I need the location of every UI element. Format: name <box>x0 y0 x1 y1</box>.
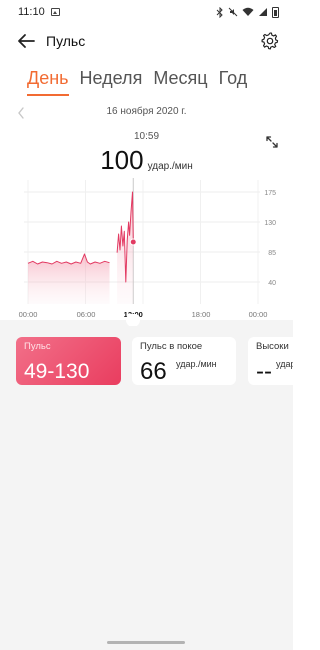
tab-month[interactable]: Месяц <box>153 66 207 90</box>
tab-day[interactable]: День <box>27 66 69 96</box>
y-tick-label: 175 <box>264 190 276 197</box>
battery-icon <box>272 6 279 18</box>
y-tick-label: 85 <box>268 250 276 257</box>
bluetooth-icon <box>216 6 223 18</box>
date-label: 16 ноября 2020 г. <box>106 106 187 117</box>
period-tabs: День Неделя Месяц Год <box>0 66 293 98</box>
home-indicator[interactable] <box>107 641 185 644</box>
chevron-left-icon[interactable] <box>16 106 26 120</box>
reading: 100 удар./мин <box>0 145 293 176</box>
tab-week[interactable]: Неделя <box>80 66 143 90</box>
highlight-point <box>129 238 137 246</box>
card-label: Пульс <box>24 341 51 352</box>
reading-unit: удар./мин <box>147 161 193 172</box>
y-tick-label: 40 <box>268 280 276 287</box>
date-navigator: 16 ноября 2020 г. <box>0 106 293 122</box>
wifi-icon <box>242 7 254 16</box>
summary-cards: Пульс 49-130 Пульс в покое 66 удар./мин … <box>0 337 293 385</box>
x-tick-label: 18:00 <box>192 310 211 319</box>
status-time: 11:10 <box>18 6 45 18</box>
gear-icon[interactable] <box>259 30 281 52</box>
arrow-left-icon[interactable] <box>16 31 36 51</box>
reading-value: 100 <box>100 145 144 175</box>
tab-year[interactable]: Год <box>219 66 248 90</box>
mute-icon <box>228 7 238 17</box>
x-tick-label: 00:00 <box>19 310 38 319</box>
series-line <box>27 253 110 265</box>
expand-icon[interactable] <box>262 132 282 152</box>
card-unit: удар./мин <box>176 359 217 369</box>
summary-panel: Пульс 49-130 Пульс в покое 66 удар./мин … <box>0 314 293 650</box>
status-bar: 11:10 <box>0 0 293 24</box>
reading-time: 10:59 <box>133 131 160 142</box>
x-tick-label: 06:00 <box>77 310 96 319</box>
heart-rate-chart[interactable]: 220175130854000:0006:0012:0018:0000:00 <box>0 178 293 323</box>
heart-rate-range-card[interactable]: Пульс 49-130 <box>16 337 121 385</box>
card-value: 49-130 <box>24 360 90 383</box>
signal-icon <box>259 8 267 16</box>
card-label: Пульс в покое <box>140 341 203 352</box>
card-label: Высоки <box>256 341 289 352</box>
series-area <box>28 254 110 304</box>
x-tick-label: 00:00 <box>249 310 268 319</box>
app-bar: Пульс <box>0 24 293 58</box>
card-unit: удар <box>276 359 293 369</box>
image-icon <box>50 8 60 16</box>
high-heart-rate-card[interactable]: Высоки -- удар <box>248 337 293 385</box>
page-title: Пульс <box>46 33 86 49</box>
chart-scrubber-handle[interactable] <box>122 314 144 326</box>
y-tick-label: 130 <box>264 220 276 227</box>
resting-heart-rate-card[interactable]: Пульс в покое 66 удар./мин <box>132 337 236 385</box>
